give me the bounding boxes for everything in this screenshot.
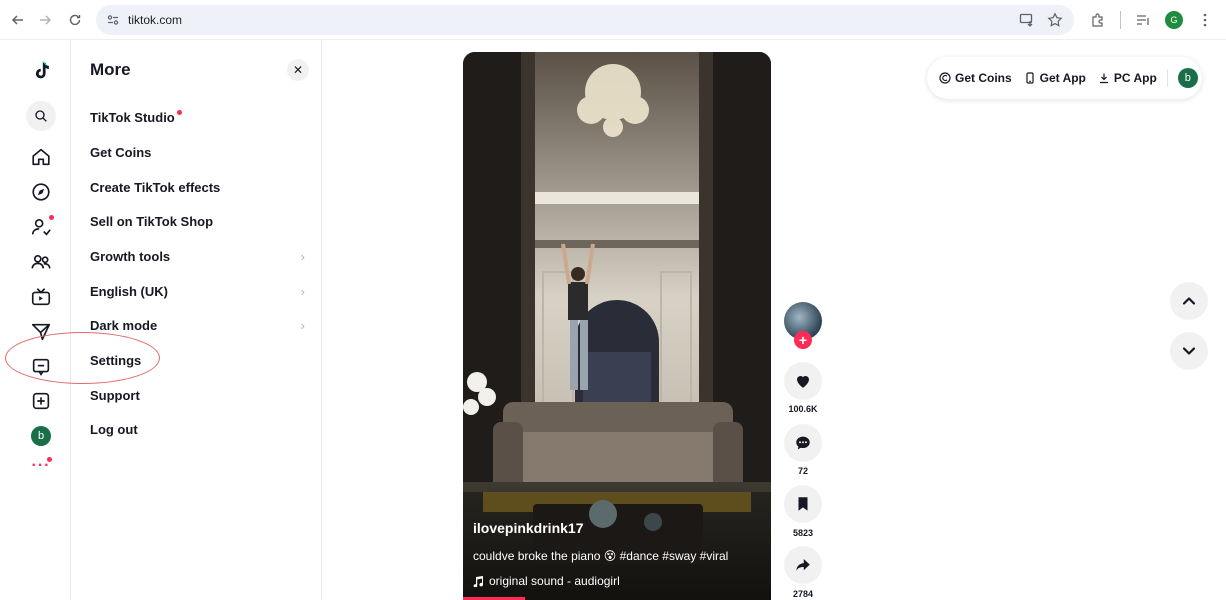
download-icon — [1099, 73, 1108, 84]
install-app-icon[interactable] — [1018, 11, 1036, 29]
save-button[interactable] — [784, 485, 822, 523]
video-username[interactable]: ilovepinkdrink17 — [473, 520, 583, 536]
topbar-divider — [1166, 69, 1168, 87]
menu-item-get-coins[interactable]: Get Coins — [90, 137, 305, 167]
menu-item-growth-tools[interactable]: Growth tools › — [90, 241, 305, 271]
heart-icon — [797, 376, 809, 388]
chevron-right-icon: › — [300, 317, 305, 333]
more-icon[interactable]: ··· — [27, 452, 55, 480]
menu-item-tiktok-studio[interactable]: TikTok Studio — [90, 102, 305, 132]
following-icon[interactable] — [27, 213, 55, 241]
live-tv-icon[interactable] — [27, 283, 55, 311]
get-coins-label: Get Coins — [955, 71, 1012, 85]
menu-item-label: Dark mode — [90, 317, 158, 333]
more-panel: More ✕ TikTok Studio Get Coins Create Ti… — [71, 40, 322, 600]
chevron-right-icon: › — [300, 248, 305, 264]
explore-compass-icon[interactable] — [27, 178, 55, 206]
menu-item-support[interactable]: Support — [90, 380, 305, 410]
menu-item-language[interactable]: English (UK) › — [90, 276, 305, 306]
browser-menu-icon[interactable] — [1195, 10, 1215, 30]
browser-profile-avatar[interactable]: G — [1165, 10, 1183, 29]
coin-icon — [939, 72, 951, 84]
menu-item-label: Create TikTok effects — [90, 179, 221, 195]
panel-title: More — [90, 60, 131, 79]
notification-dot — [47, 457, 52, 462]
comment-button[interactable] — [784, 424, 822, 462]
share-arrow-icon — [796, 559, 810, 571]
comment-count: 72 — [797, 466, 808, 476]
reading-list-icon[interactable] — [1133, 10, 1153, 30]
chevron-up-icon — [1182, 297, 1196, 305]
like-button[interactable] — [784, 362, 822, 400]
avatar: b — [31, 426, 51, 446]
comment-icon — [796, 436, 810, 450]
icon-rail: b ··· — [0, 40, 71, 600]
menu-item-label: Sell on TikTok Shop — [90, 213, 214, 229]
like-count: 100.6K — [788, 404, 818, 414]
avatar[interactable]: b — [1177, 68, 1198, 88]
extensions-icon[interactable] — [1088, 10, 1108, 30]
video-caption: couldve broke the piano 😵 #dance #sway #… — [473, 549, 729, 563]
video-player[interactable]: ilovepinkdrink17 couldve broke the piano… — [463, 52, 771, 600]
next-video-button[interactable] — [1170, 332, 1208, 370]
video-frame — [463, 52, 771, 600]
reload-icon[interactable] — [64, 9, 86, 31]
get-coins-button[interactable]: Get Coins — [939, 71, 1012, 85]
phone-icon — [1026, 72, 1034, 84]
search-icon[interactable] — [26, 101, 56, 131]
annotation-ellipse — [5, 332, 160, 384]
share-button[interactable] — [784, 546, 822, 584]
menu-item-label: Log out — [90, 421, 138, 437]
pc-app-button[interactable]: PC App — [1098, 71, 1157, 85]
menu-item-create-effects[interactable]: Create TikTok effects — [90, 172, 305, 202]
url-text: tiktok.com — [128, 12, 183, 27]
menu-item-label: Growth tools — [90, 248, 171, 264]
bookmark-icon — [798, 497, 808, 511]
top-right-bar: Get Coins Get App PC App b — [927, 57, 1202, 99]
profile-item[interactable]: b — [27, 422, 55, 450]
previous-video-button[interactable] — [1170, 282, 1208, 320]
menu-item-label: TikTok Studio — [90, 109, 175, 125]
get-app-button[interactable]: Get App — [1024, 71, 1086, 85]
pc-app-label: PC App — [1113, 71, 1157, 85]
home-icon[interactable] — [27, 143, 55, 171]
toolbar-divider — [1120, 10, 1121, 29]
site-settings-icon[interactable] — [102, 9, 124, 31]
menu-item-log-out[interactable]: Log out — [90, 414, 305, 444]
video-sound[interactable]: original sound - audiogirl — [473, 574, 620, 588]
music-note-icon — [473, 576, 483, 587]
notification-dot — [176, 109, 182, 115]
follow-button[interactable]: + — [794, 331, 812, 349]
notification-dot — [49, 215, 54, 220]
video-sound-label: original sound - audiogirl — [489, 574, 620, 588]
chevron-right-icon: › — [300, 283, 305, 299]
menu-item-sell-on-shop[interactable]: Sell on TikTok Shop — [90, 206, 305, 236]
friends-icon[interactable] — [27, 248, 55, 276]
address-bar[interactable]: tiktok.com — [96, 4, 1074, 35]
share-count: 2784 — [792, 589, 814, 599]
get-app-label: Get App — [1039, 71, 1086, 85]
close-icon[interactable]: ✕ — [287, 59, 309, 81]
forward-arrow-icon[interactable] — [34, 9, 56, 31]
save-count: 5823 — [792, 528, 814, 538]
back-arrow-icon[interactable] — [7, 9, 29, 31]
chevron-down-icon — [1182, 347, 1196, 355]
menu-item-label: English (UK) — [90, 283, 168, 299]
upload-plus-icon[interactable] — [27, 387, 55, 415]
browser-toolbar: tiktok.com G — [0, 0, 1226, 40]
bookmark-star-icon[interactable] — [1046, 11, 1064, 29]
menu-item-label: Get Coins — [90, 144, 152, 160]
tiktok-logo-icon[interactable] — [27, 57, 55, 85]
menu-item-label: Support — [90, 387, 140, 403]
